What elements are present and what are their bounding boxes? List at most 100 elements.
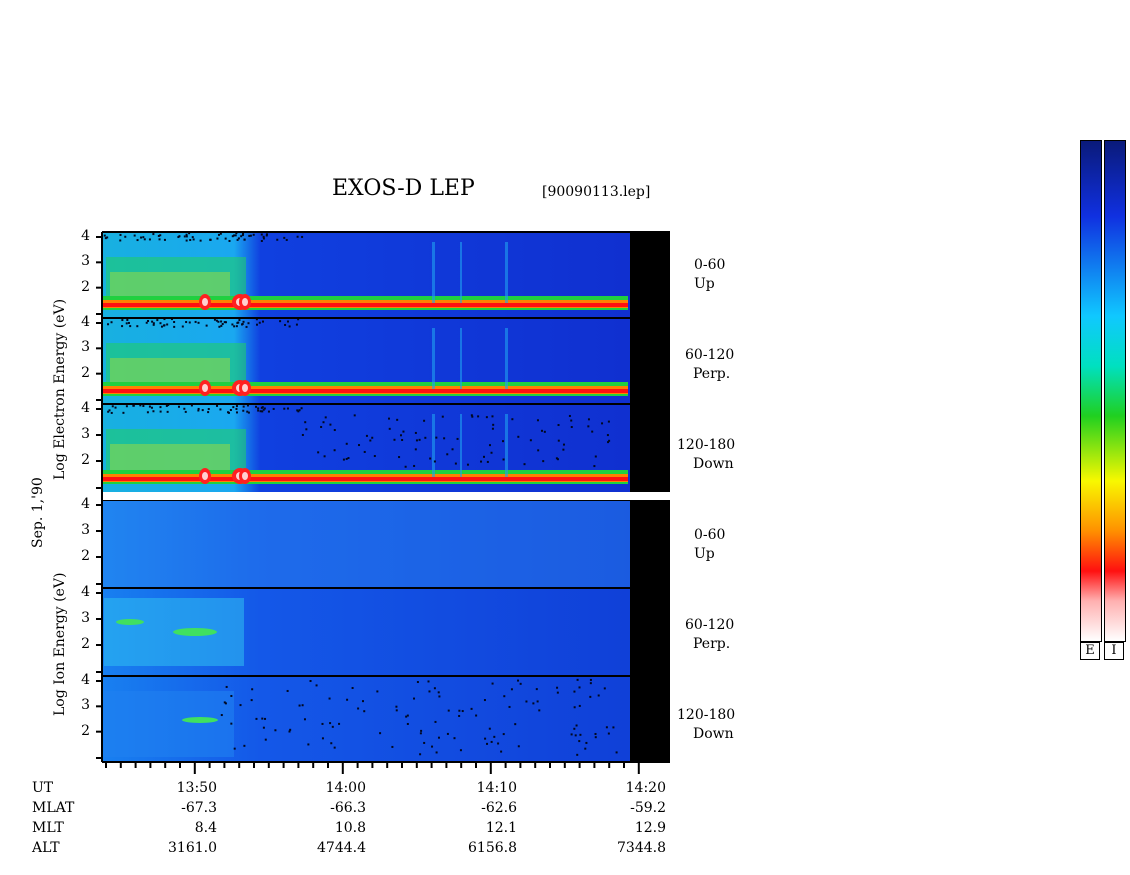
spectral-feature [173, 628, 217, 636]
noise-speckle [331, 725, 334, 728]
noise-speckle [333, 746, 336, 749]
noise-speckle [373, 455, 376, 458]
panel-label-i-down: 120-180 Down [677, 706, 735, 744]
spectral-feature [102, 389, 628, 393]
noise-speckle [197, 409, 200, 412]
date-label: Sep. 1,'90 [30, 477, 46, 548]
noise-speckle [255, 323, 258, 326]
noise-speckle [224, 237, 227, 240]
noise-speckle [413, 464, 416, 467]
noise-speckle [173, 325, 176, 328]
panel-label-e-up: 0-60 Up [694, 256, 725, 294]
noise-speckle [264, 738, 267, 741]
mlt-value: 12.1 [485, 820, 517, 836]
noise-speckle [466, 463, 469, 466]
noise-speckle [490, 740, 493, 743]
no-data-region [630, 232, 670, 318]
spectral-feature [432, 414, 435, 477]
noise-speckle [103, 234, 106, 237]
electron-colorbar [1080, 140, 1102, 642]
noise-speckle [578, 740, 581, 743]
noise-speckle [491, 682, 494, 685]
noise-speckle [562, 443, 565, 446]
noise-speckle [414, 431, 417, 434]
noise-speckle [517, 745, 520, 748]
noise-speckle [575, 724, 578, 727]
noise-speckle [328, 697, 331, 700]
noise-speckle [307, 743, 310, 746]
spectral-feature [242, 298, 248, 306]
noise-speckle [347, 457, 350, 460]
noise-speckle [573, 690, 576, 693]
noise-speckle [329, 423, 332, 426]
noise-speckle [517, 435, 520, 438]
noise-speckle [423, 419, 426, 422]
noise-speckle [502, 733, 505, 736]
noise-speckle [573, 727, 576, 730]
row-label-mlat: MLAT [32, 800, 75, 816]
noise-speckle [345, 442, 348, 445]
noise-speckle [151, 320, 154, 323]
noise-speckle [159, 406, 162, 409]
noise-speckle [429, 457, 432, 460]
noise-speckle [597, 694, 600, 697]
noise-speckle [568, 414, 571, 417]
noise-speckle [217, 233, 220, 236]
noise-speckle [111, 405, 114, 408]
noise-speckle [140, 236, 143, 239]
noise-speckle [345, 457, 348, 460]
noise-speckle [257, 409, 260, 412]
noise-speckle [251, 688, 254, 691]
y-tick-label: 2 [81, 364, 90, 381]
noise-speckle [209, 238, 212, 241]
spectral-feature [505, 242, 508, 303]
noise-speckle [185, 233, 188, 236]
noise-speckle [228, 239, 231, 242]
spectral-feature [116, 619, 144, 625]
noise-speckle [475, 714, 478, 717]
noise-speckle [301, 433, 304, 436]
noise-speckle [379, 732, 382, 735]
noise-speckle [143, 238, 146, 241]
noise-speckle [199, 239, 202, 242]
noise-speckle [224, 702, 227, 705]
noise-speckle [605, 726, 608, 729]
noise-speckle [529, 439, 532, 442]
noise-speckle [242, 320, 245, 323]
noise-speckle [451, 448, 454, 451]
noise-speckle [121, 319, 124, 322]
y-tick-label: 4 [81, 496, 90, 512]
noise-speckle [395, 705, 398, 708]
noise-speckle [207, 408, 210, 411]
spectrogram-plot [96, 231, 670, 774]
noise-speckle [333, 429, 336, 432]
noise-speckle [233, 325, 236, 328]
spectral-feature [110, 358, 230, 384]
noise-speckle [284, 323, 287, 326]
noise-speckle [173, 321, 176, 324]
noise-speckle [183, 407, 186, 410]
no-data-region [630, 588, 670, 676]
ion-axis-label: Log Ion Energy (eV) [52, 572, 68, 716]
noise-speckle [342, 458, 345, 461]
noise-speckle [260, 233, 263, 236]
noise-speckle [419, 753, 422, 756]
noise-speckle [192, 238, 195, 241]
y-tick-label: 2 [81, 548, 90, 564]
noise-speckle [488, 444, 491, 447]
noise-speckle [321, 737, 324, 740]
noise-speckle [601, 422, 604, 425]
noise-speckle [136, 239, 139, 242]
noise-speckle [484, 737, 487, 740]
noise-speckle [570, 733, 573, 736]
noise-speckle [220, 714, 223, 717]
noise-speckle [574, 734, 577, 737]
noise-speckle [490, 451, 493, 454]
pitch-range: 0-60 [694, 257, 726, 273]
noise-speckle [437, 691, 440, 694]
ion-colorbar [1104, 140, 1126, 642]
noise-speckle [333, 449, 336, 452]
noise-speckle [388, 427, 391, 430]
noise-speckle [535, 688, 538, 691]
spectral-feature [104, 691, 234, 757]
